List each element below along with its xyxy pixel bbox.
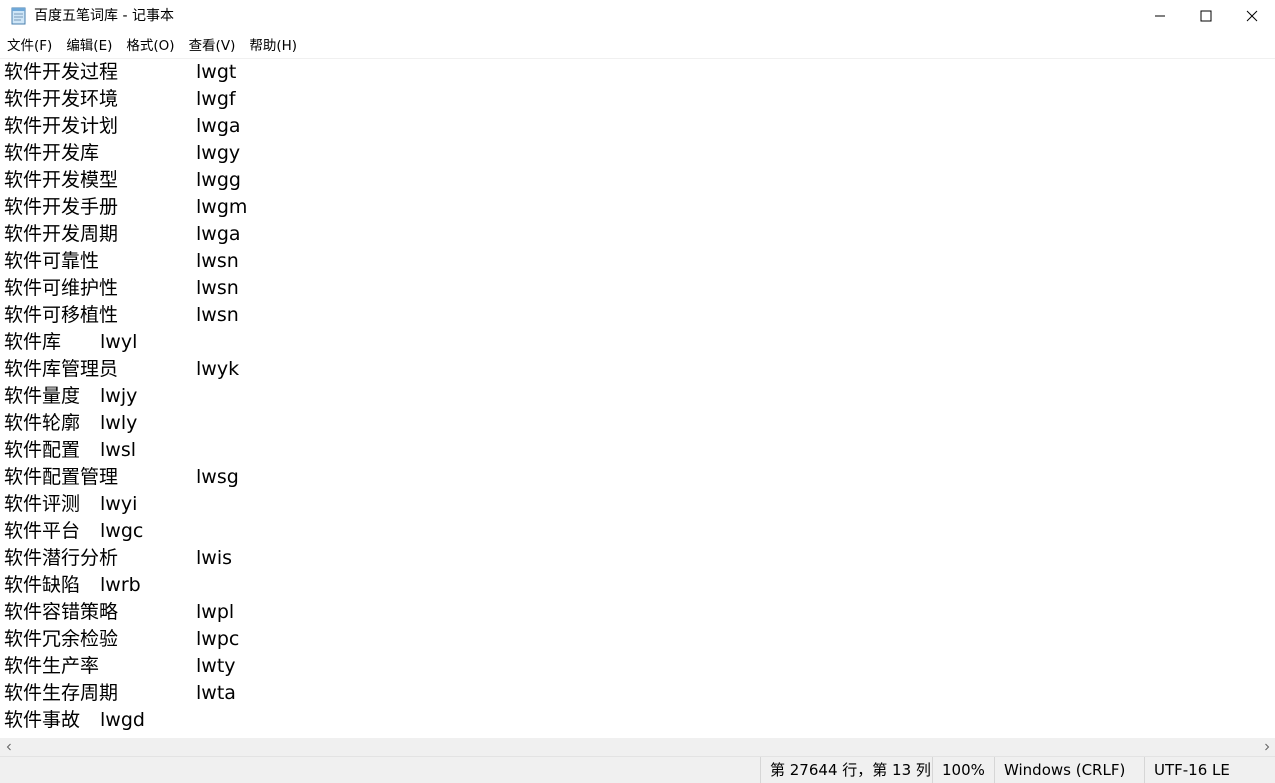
window-title: 百度五笔词库 - 记事本 bbox=[34, 8, 174, 24]
code-text: lwyl bbox=[100, 331, 138, 353]
horizontal-scrollbar[interactable] bbox=[0, 738, 1275, 756]
code-text: lwyi bbox=[100, 493, 138, 515]
code-text: lwyk bbox=[196, 358, 240, 380]
minimize-icon bbox=[1155, 15, 1165, 17]
menu-format[interactable]: 格式(O) bbox=[119, 35, 181, 57]
zoom-level: 100% bbox=[932, 757, 994, 783]
code-text: lwsl bbox=[100, 439, 136, 461]
code-text: lwta bbox=[196, 682, 236, 704]
menu-file[interactable]: 文件(F) bbox=[0, 35, 59, 57]
code-text: lwis bbox=[196, 547, 232, 569]
term-text: 软件配置管理 bbox=[4, 466, 119, 488]
term-text: 软件量度 bbox=[4, 385, 81, 407]
minimize-button[interactable] bbox=[1137, 0, 1183, 32]
code-text: lwty bbox=[196, 655, 236, 677]
menu-help[interactable]: 帮助(H) bbox=[242, 35, 304, 57]
code-text: lwga bbox=[196, 115, 241, 137]
code-text: lwsg bbox=[196, 466, 239, 488]
menu-view[interactable]: 查看(V) bbox=[182, 35, 243, 57]
term-text: 软件冗余检验 bbox=[4, 628, 119, 650]
code-text: lwgf bbox=[196, 88, 236, 110]
maximize-icon bbox=[1200, 10, 1212, 22]
chevron-right-icon bbox=[1264, 743, 1269, 751]
term-text: 软件开发库 bbox=[4, 142, 100, 164]
code-text: lwgt bbox=[196, 61, 237, 83]
code-text: lwjy bbox=[100, 385, 138, 407]
code-text: lwga bbox=[196, 223, 241, 245]
status-bar: 第 27644 行，第 13 列 100% Windows (CRLF) UTF… bbox=[0, 756, 1275, 783]
code-text: lwsn bbox=[196, 304, 239, 326]
notepad-icon bbox=[11, 7, 26, 25]
term-text: 软件缺陷 bbox=[4, 574, 81, 596]
term-text: 软件开发周期 bbox=[4, 223, 119, 245]
term-text: 软件潜行分析 bbox=[4, 547, 119, 569]
term-text: 软件平台 bbox=[4, 520, 81, 542]
code-text: lwpc bbox=[196, 628, 240, 650]
term-text: 软件库 bbox=[4, 331, 62, 353]
notepad-window: 百度五笔词库 - 记事本 文件(F) 编辑(E) 格式(O) 查看(V) 帮助(… bbox=[0, 0, 1275, 783]
title-bar[interactable]: 百度五笔词库 - 记事本 bbox=[0, 0, 1275, 32]
term-text: 软件可移植性 bbox=[4, 304, 119, 326]
term-text: 软件开发模型 bbox=[4, 169, 119, 191]
text-editor[interactable]: 软件开发过程 lwgt 软件开发环境 lwgf 软件开发计划 lwga 软件开发库 lw… bbox=[0, 58, 1275, 739]
term-text: 软件开发手册 bbox=[4, 196, 119, 218]
menu-bar: 文件(F) 编辑(E) 格式(O) 查看(V) 帮助(H) bbox=[0, 35, 304, 57]
term-text: 软件生产率 bbox=[4, 655, 100, 677]
code-text: lwly bbox=[100, 412, 138, 434]
code-text: lwsn bbox=[196, 277, 239, 299]
term-text: 软件开发计划 bbox=[4, 115, 119, 137]
term-text: 软件配置 bbox=[4, 439, 81, 461]
term-text: 软件事故 bbox=[4, 709, 81, 731]
code-text: lwrb bbox=[100, 574, 141, 596]
code-text: lwgg bbox=[196, 169, 241, 191]
term-text: 软件开发环境 bbox=[4, 88, 119, 110]
cursor-position: 第 27644 行，第 13 列 bbox=[760, 757, 932, 783]
term-text: 软件容错策略 bbox=[4, 601, 119, 623]
term-text: 软件轮廓 bbox=[4, 412, 81, 434]
code-text: lwgm bbox=[196, 196, 248, 218]
code-text: lwgd bbox=[100, 709, 145, 731]
scroll-right-button[interactable] bbox=[1258, 738, 1275, 756]
term-text: 软件可维护性 bbox=[4, 277, 119, 299]
term-text: 软件评测 bbox=[4, 493, 81, 515]
chevron-left-icon bbox=[6, 743, 11, 751]
line-ending: Windows (CRLF) bbox=[994, 757, 1144, 783]
menu-edit[interactable]: 编辑(E) bbox=[59, 35, 119, 57]
encoding: UTF-16 LE bbox=[1144, 757, 1275, 783]
term-text: 软件可靠性 bbox=[4, 250, 100, 272]
close-icon bbox=[1246, 10, 1258, 22]
term-text: 软件库管理员 bbox=[4, 358, 119, 380]
code-text: lwpl bbox=[196, 601, 235, 623]
close-button[interactable] bbox=[1229, 0, 1275, 32]
term-text: 软件生存周期 bbox=[4, 682, 119, 704]
term-text: 软件开发过程 bbox=[4, 61, 119, 83]
code-text: lwgy bbox=[196, 142, 241, 164]
code-text: lwsn bbox=[196, 250, 239, 272]
code-text: lwgc bbox=[100, 520, 144, 542]
maximize-button[interactable] bbox=[1183, 0, 1229, 32]
scroll-left-button[interactable] bbox=[0, 738, 17, 756]
